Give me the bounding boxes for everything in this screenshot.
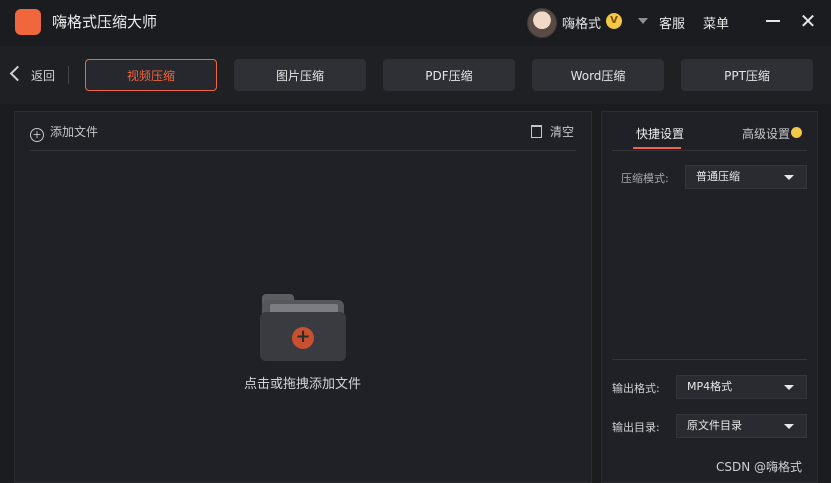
plus-icon: + bbox=[292, 327, 314, 349]
minimize-icon[interactable] bbox=[766, 20, 780, 22]
clear-button[interactable]: 清空 bbox=[531, 123, 574, 140]
app-logo-icon bbox=[15, 9, 41, 35]
tab-image-compress[interactable]: 图片压缩 bbox=[234, 59, 366, 91]
tab-word-compress[interactable]: Word压缩 bbox=[532, 59, 664, 91]
user-dropdown-icon[interactable] bbox=[638, 18, 648, 24]
vip-badge-icon: V bbox=[606, 13, 622, 29]
tab-video-compress[interactable]: 视频压缩 bbox=[85, 59, 217, 91]
tab-advanced-settings[interactable]: 高级设置 bbox=[742, 125, 790, 142]
clear-label: 清空 bbox=[550, 125, 575, 139]
app-title: 嗨格式压缩大师 bbox=[52, 13, 158, 31]
add-file-label: 添加文件 bbox=[50, 125, 99, 139]
settings-tabs-divider bbox=[612, 150, 807, 151]
settings-bottom-divider bbox=[612, 359, 807, 360]
plus-circle-icon: + bbox=[30, 128, 44, 142]
tab-ppt-compress[interactable]: PPT压缩 bbox=[681, 59, 813, 91]
output-dir-select[interactable]: 原文件目录 bbox=[676, 414, 807, 438]
output-format-value: MP4格式 bbox=[687, 380, 733, 393]
back-button[interactable]: 返回 bbox=[9, 65, 56, 84]
tab-quick-settings[interactable]: 快捷设置 bbox=[636, 125, 684, 142]
coin-icon bbox=[791, 127, 802, 138]
user-name[interactable]: 嗨格式 bbox=[562, 13, 601, 32]
compress-mode-label: 压缩模式: bbox=[621, 172, 669, 185]
add-file-button[interactable]: + 添加文件 bbox=[30, 123, 98, 142]
file-panel-divider bbox=[30, 150, 576, 151]
output-format-select[interactable]: MP4格式 bbox=[676, 375, 807, 399]
compress-mode-select[interactable]: 普通压缩 bbox=[685, 165, 807, 189]
nav-divider bbox=[68, 66, 69, 84]
back-label: 返回 bbox=[31, 69, 56, 83]
output-dir-value: 原文件目录 bbox=[687, 419, 742, 432]
output-format-label: 输出格式: bbox=[612, 382, 660, 395]
watermark: CSDN @嗨格式 bbox=[716, 460, 803, 474]
drop-hint[interactable]: 点击或拖拽添加文件 bbox=[244, 373, 361, 392]
chevron-down-icon bbox=[784, 385, 794, 390]
tab-pdf-compress[interactable]: PDF压缩 bbox=[383, 59, 515, 91]
trash-icon bbox=[531, 125, 542, 138]
add-folder-icon[interactable]: + bbox=[260, 294, 346, 361]
close-icon[interactable]: ✕ bbox=[799, 11, 817, 31]
compress-mode-value: 普通压缩 bbox=[696, 170, 740, 183]
customer-service-link[interactable]: 客服 bbox=[659, 13, 685, 32]
back-arrow-icon bbox=[9, 65, 26, 82]
chevron-down-icon bbox=[784, 175, 794, 180]
chevron-down-icon bbox=[784, 424, 794, 429]
menu-button[interactable]: 菜单 bbox=[703, 13, 729, 32]
output-dir-label: 输出目录: bbox=[612, 421, 660, 434]
active-tab-indicator bbox=[633, 147, 681, 149]
avatar[interactable] bbox=[527, 8, 557, 38]
